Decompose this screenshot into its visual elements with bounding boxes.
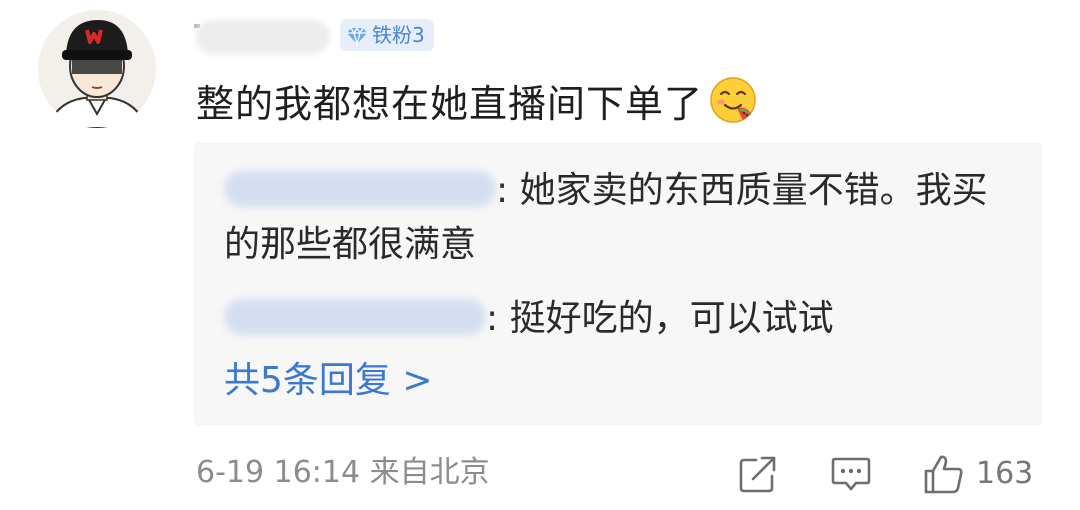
location: 来自北京 (369, 455, 490, 490)
view-all-replies-link[interactable]: 共5条回复 > (224, 354, 433, 408)
like-count: 163 (976, 456, 1034, 491)
avatar[interactable] (38, 10, 156, 128)
diamond-icon (347, 26, 367, 46)
fan-level-label: 铁粉3 (372, 23, 425, 47)
share-icon (739, 456, 776, 493)
fan-level-badge[interactable]: 铁粉3 (340, 19, 434, 51)
reply-separator: : (486, 298, 499, 339)
avatar-illustration (38, 10, 156, 128)
username-redacted[interactable] (196, 20, 330, 54)
reply-button[interactable] (830, 452, 872, 496)
reply-text: 挺好吃的，可以试试 (498, 298, 834, 339)
thumbs-up-icon (924, 455, 963, 494)
comment-icon (831, 457, 871, 491)
reply-username-redacted[interactable] (224, 299, 486, 335)
like-button[interactable]: 163 (922, 452, 1033, 496)
replies-box[interactable]: : 她家卖的东西质量不错。我买的那些都很满意 : 挺好吃的，可以试试 共5条回复… (194, 142, 1042, 426)
comment-body: 整的我都想在她直播间下单了 (196, 68, 759, 132)
yummy-face-emoji (710, 77, 756, 123)
comment-meta: 6-19 16:14 来自北京 (196, 450, 490, 496)
reply-separator: : (496, 170, 509, 211)
reply-username-redacted[interactable] (224, 171, 496, 207)
timestamp: 6-19 16:14 (196, 455, 361, 490)
comment-text: 整的我都想在她直播间下单了 (196, 81, 704, 126)
comment-card: 铁粉3 整的我都想在她直播间下单了 : 她家卖的东西质量不错。我买的那些都很满意… (0, 0, 1080, 510)
reply-item[interactable]: : 挺好吃的，可以试试 (224, 292, 1014, 346)
reply-item[interactable]: : 她家卖的东西质量不错。我买的那些都很满意 (224, 164, 1014, 272)
share-button[interactable] (738, 452, 778, 496)
